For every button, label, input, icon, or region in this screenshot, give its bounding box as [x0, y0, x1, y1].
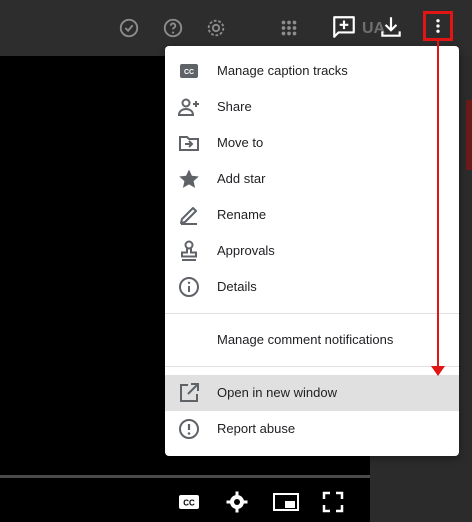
menu-item-manage-comment-notifications[interactable]: Manage comment notifications	[165, 322, 459, 358]
menu-item-label: Rename	[217, 207, 267, 222]
fullscreen-icon[interactable]	[321, 490, 345, 514]
star-icon	[179, 169, 199, 188]
menu-item-share[interactable]: Share	[165, 89, 459, 125]
menu-divider	[165, 313, 459, 314]
miniplayer-icon[interactable]	[272, 490, 300, 514]
check-circle-icon[interactable]	[118, 17, 140, 39]
info-icon	[179, 277, 199, 297]
stamp-icon	[181, 240, 197, 261]
more-vert-icon	[436, 19, 440, 33]
menu-item-approvals[interactable]: Approvals	[165, 233, 459, 269]
help-icon[interactable]	[162, 17, 184, 39]
svg-text:CC: CC	[184, 69, 194, 76]
menu-item-rename[interactable]: Rename	[165, 197, 459, 233]
settings-icon[interactable]	[205, 17, 227, 39]
menu-item-add-star[interactable]: Add star	[165, 161, 459, 197]
menu-item-report-abuse[interactable]: Report abuse	[165, 411, 459, 447]
panel-accent	[466, 100, 472, 170]
menu-item-label: Manage comment notifications	[217, 332, 394, 347]
annotation-arrow-head	[431, 366, 445, 376]
menu-item-label: Details	[217, 279, 257, 294]
annotation-arrow-line	[437, 40, 439, 368]
menu-item-label: Manage caption tracks	[217, 63, 348, 78]
add-comment-icon[interactable]	[331, 14, 357, 40]
menu-item-label: Share	[217, 99, 252, 114]
menu-item-label: Report abuse	[217, 421, 296, 436]
closed-captions-icon: CC	[180, 64, 198, 78]
menu-item-label: Add star	[217, 171, 266, 186]
apps-grid-icon[interactable]	[278, 17, 300, 39]
menu-item-manage-caption-tracks[interactable]: CC Manage caption tracks	[165, 53, 459, 89]
menu-item-open-in-new-window[interactable]: Open in new window	[165, 375, 459, 411]
move-to-folder-icon	[179, 136, 199, 151]
captions-icon[interactable]: CC	[177, 490, 201, 514]
menu-item-label: Move to	[217, 135, 264, 150]
seek-bar[interactable]	[0, 475, 370, 478]
menu-divider	[165, 366, 459, 367]
more-actions-menu: CC Manage caption tracks Share Move to A…	[165, 46, 459, 456]
player-settings-icon[interactable]	[225, 490, 249, 514]
menu-item-label: Approvals	[217, 243, 275, 258]
report-icon	[179, 419, 199, 439]
menu-item-label: Open in new window	[217, 385, 337, 400]
download-icon[interactable]	[378, 14, 404, 40]
pencil-icon	[180, 207, 197, 225]
more-actions-button[interactable]	[423, 11, 453, 41]
menu-item-details[interactable]: Details	[165, 269, 459, 305]
add-person-icon	[177, 98, 199, 116]
open-in-new-icon	[180, 383, 199, 402]
menu-item-move-to[interactable]: Move to	[165, 125, 459, 161]
svg-text:CC: CC	[183, 499, 195, 508]
